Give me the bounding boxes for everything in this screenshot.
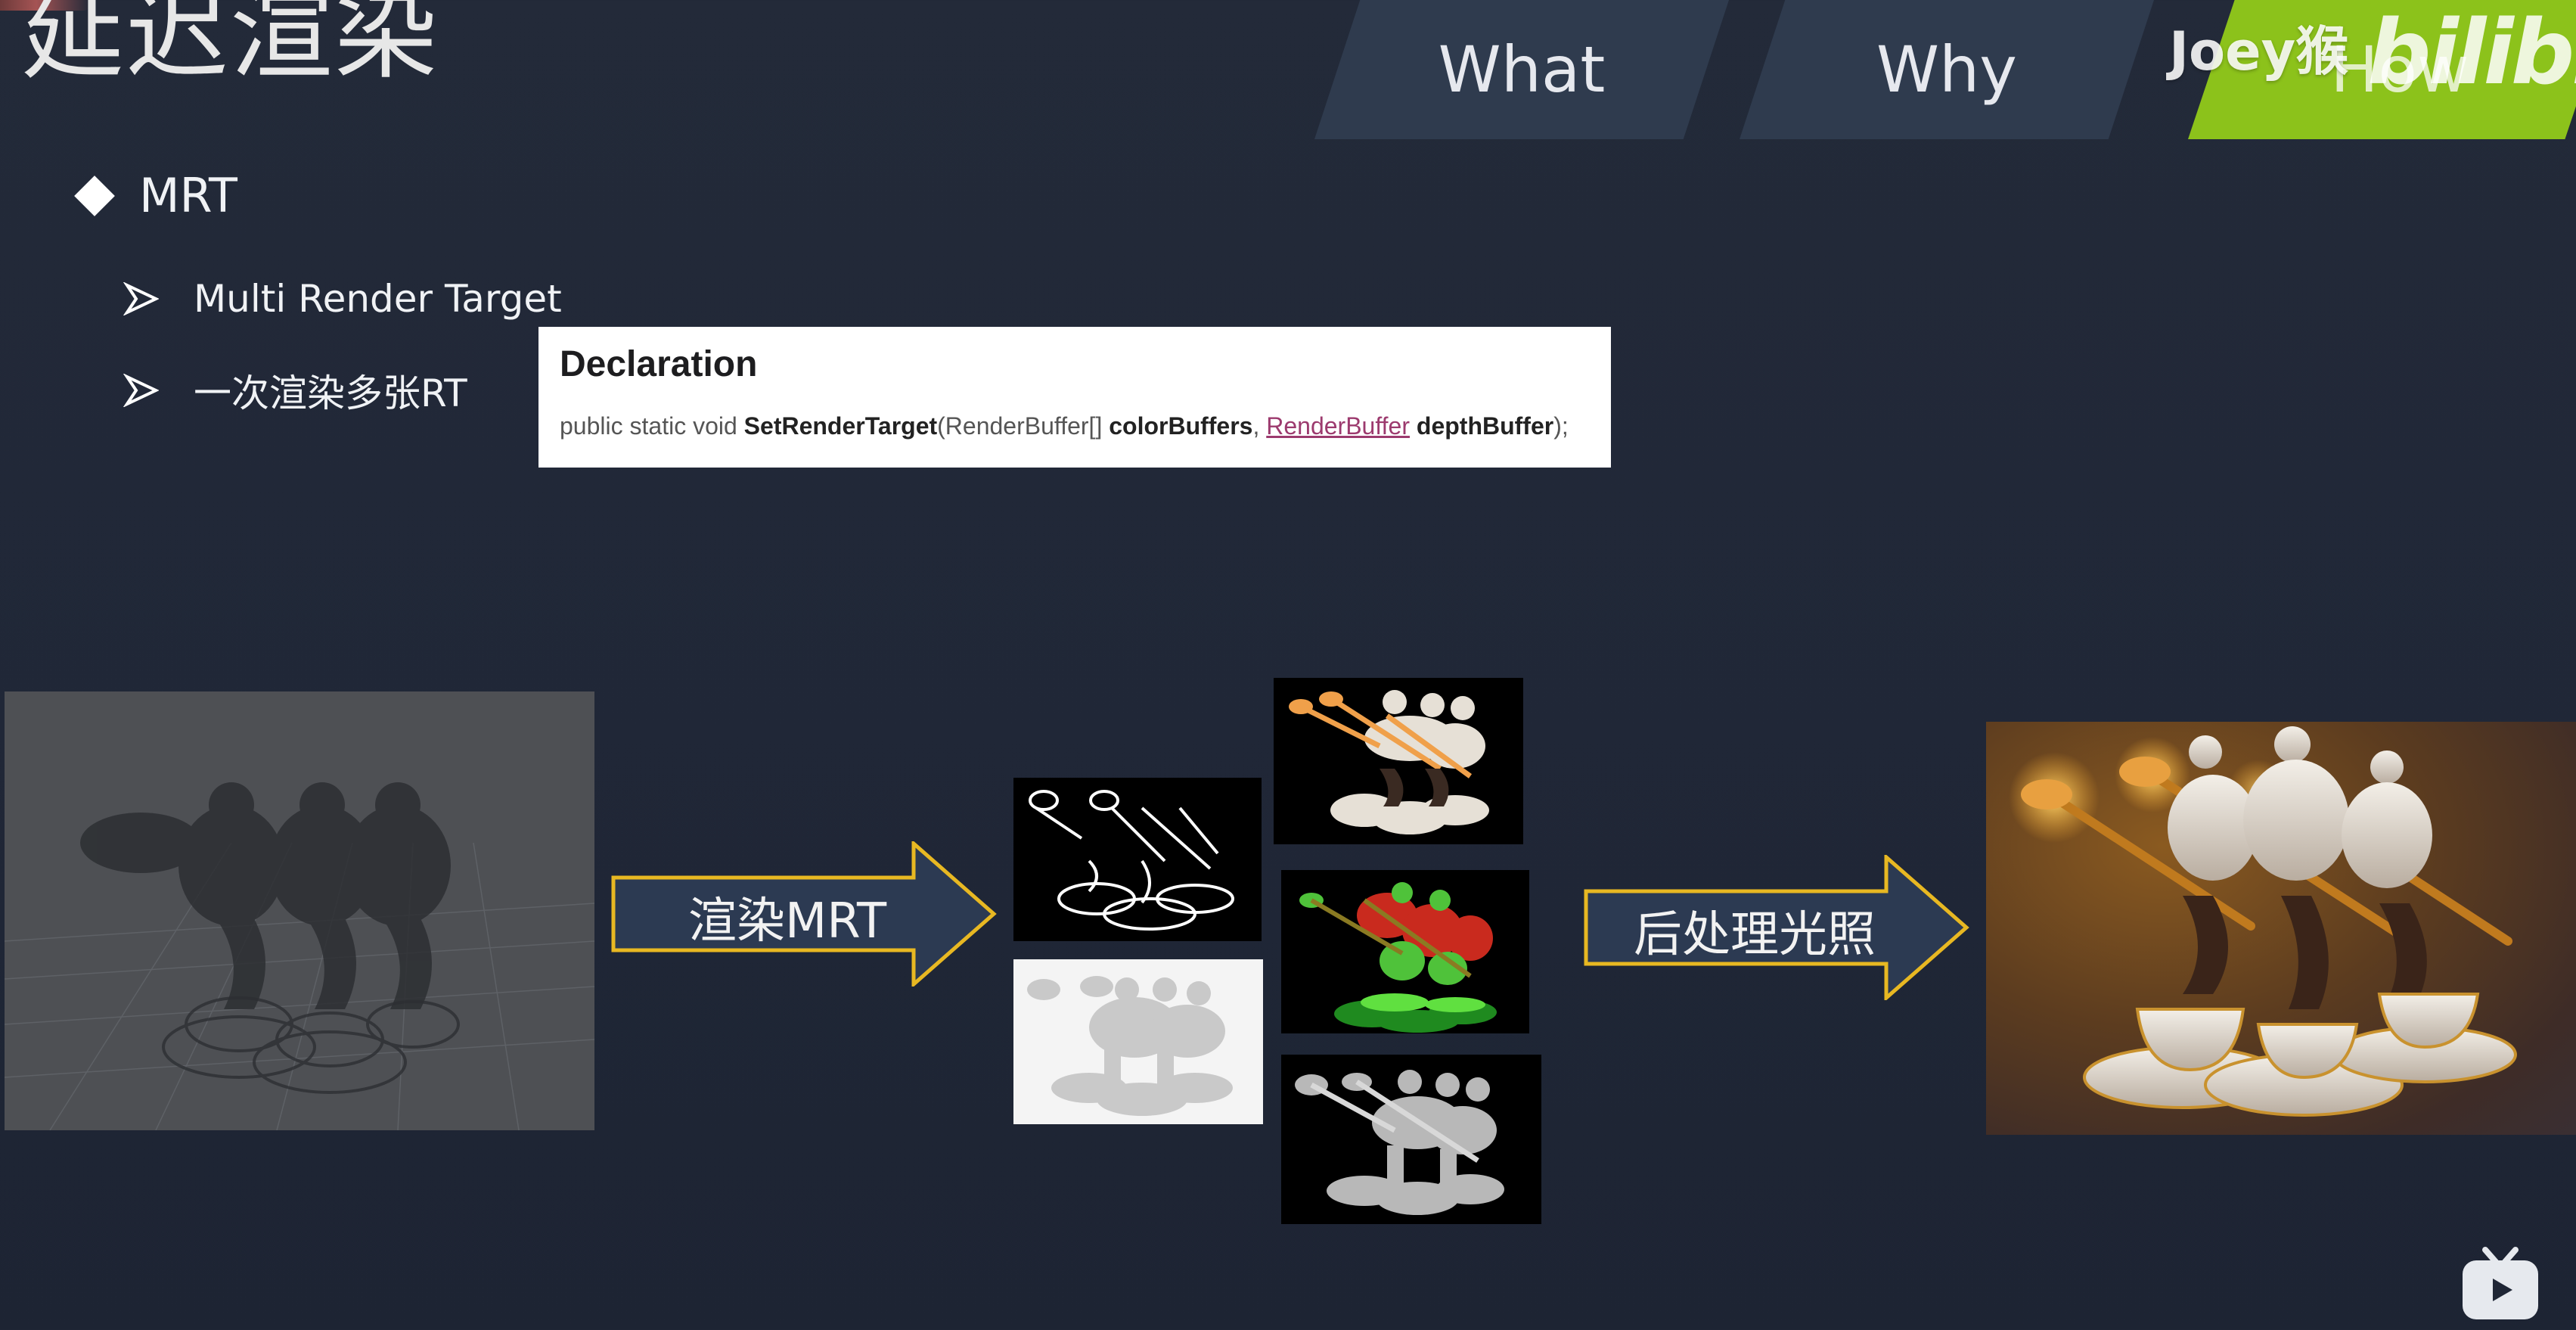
code-close: ); — [1553, 412, 1569, 440]
render-target-normal-image — [1281, 870, 1529, 1033]
bullet-mrt-label: MRT — [139, 168, 237, 223]
sub-bullet-1: Multi Render Target — [123, 277, 562, 321]
render-target-albedo-graphic — [1289, 690, 1489, 834]
arrow-render-mrt-label: 渲染MRT — [688, 893, 887, 949]
declaration-signature: public static void SetRenderTarget(Rende… — [560, 412, 1590, 440]
code-open-paren: ( — [937, 412, 945, 440]
render-target-mask-graphic — [1029, 790, 1234, 931]
arrowhead-bullet-icon — [123, 282, 159, 315]
code-prefix: public static void — [560, 412, 744, 440]
declaration-heading: Declaration — [560, 344, 758, 384]
wireframe-scene-image — [5, 691, 594, 1130]
code-comma: , — [1252, 412, 1267, 440]
sub-bullet-2: 一次渲染多张RT — [123, 363, 467, 418]
renderbuffer-link[interactable]: RenderBuffer — [1266, 412, 1410, 440]
diamond-bullet-icon — [74, 175, 115, 216]
render-target-normal-graphic — [1299, 882, 1497, 1033]
bullet-mrt: MRT — [73, 168, 237, 223]
sub-bullet-2-label: 一次渲染多张RT — [194, 371, 467, 415]
render-target-depth-image — [1281, 1055, 1541, 1224]
arrowhead-bullet-icon — [123, 374, 159, 407]
render-target-mask-image — [1013, 778, 1262, 941]
tab-why-label: Why — [1876, 33, 2017, 107]
watermark-username: Joey猴 — [2169, 20, 2349, 82]
code-param2-name: depthBuffer — [1410, 412, 1554, 440]
sub-bullet-1-label: Multi Render Target — [194, 277, 562, 321]
arrow-post-lighting-label: 后处理光照 — [1634, 907, 1876, 963]
render-target-albedo-image — [1274, 678, 1523, 844]
render-target-gray-graphic — [1027, 976, 1233, 1116]
wireframe-scene-graphic — [5, 782, 594, 1130]
tab-what[interactable]: What — [1314, 0, 1729, 139]
code-param1-name: colorBuffers — [1109, 412, 1253, 440]
render-target-depth-graphic — [1295, 1070, 1504, 1215]
tab-why[interactable]: Why — [1740, 0, 2154, 139]
final-lit-scene-image — [1986, 722, 2576, 1135]
code-method: SetRenderTarget — [743, 412, 938, 440]
slide-title: 延迟渲染 — [21, 0, 439, 94]
watermark-bilibili-logo: bilibili — [2367, 0, 2576, 104]
code-param1-type: RenderBuffer[] — [945, 412, 1110, 440]
tab-what-label: What — [1438, 33, 1606, 107]
render-target-gray-image — [1013, 959, 1263, 1124]
declaration-box: Declaration public static void SetRender… — [538, 327, 1611, 468]
final-lit-scene-graphic — [2009, 726, 2517, 1117]
bilibili-tv-icon — [2460, 1244, 2541, 1322]
